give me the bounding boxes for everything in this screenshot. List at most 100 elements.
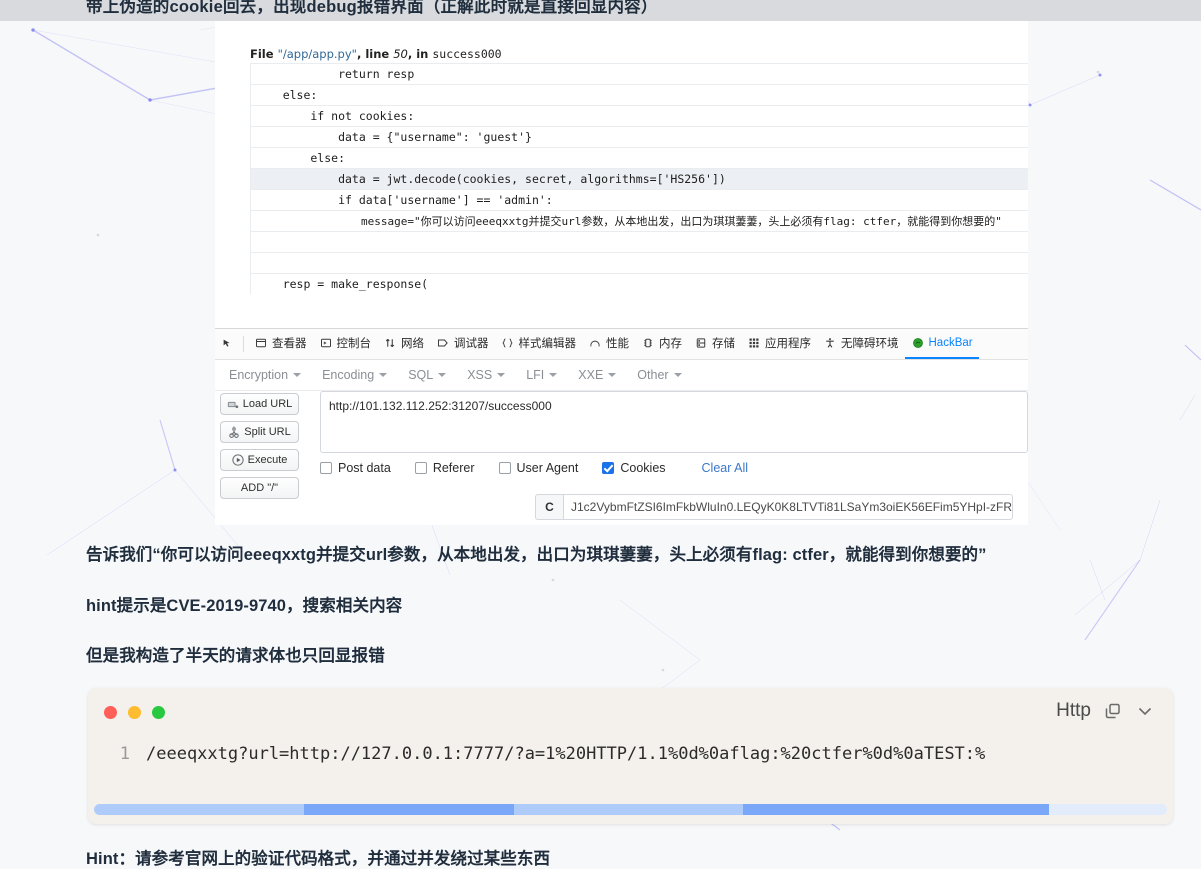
page-heading: 带上伪造的cookie回去，出现debug报错界面（正解此时就是直接回显内容） [86, 0, 658, 16]
devtools-tablist: 查看器 控制台 网络 调试器 样式编辑器 性能 内存 存储 应用程序 无障碍环境 HackBar [248, 330, 979, 359]
hackbar-button-label: ADD "/" [240, 482, 279, 494]
copy-icon[interactable] [1103, 701, 1123, 721]
clear-all-link[interactable]: Clear All [702, 461, 749, 475]
tab-label: 调试器 [454, 338, 489, 350]
chevron-down-icon [293, 373, 302, 377]
hackbar-menubar: Encryption Encoding SQL XSS LFI XXE Other [215, 360, 1028, 391]
checkbox-cookies[interactable]: Cookies [602, 461, 666, 475]
hackbar-menu-xxe[interactable]: XXE [578, 368, 627, 382]
close-dot[interactable] [104, 706, 117, 719]
tab-label: 网络 [401, 338, 424, 350]
chevron-down-icon[interactable] [1135, 701, 1155, 721]
traceback-line [250, 231, 1028, 252]
tab-console[interactable]: 控制台 [313, 330, 378, 359]
top-heading-strip: 带上伪造的cookie回去，出现debug报错界面（正解此时就是直接回显内容） [0, 0, 1201, 21]
traceback-line: else: [250, 147, 1028, 168]
tab-inspector[interactable]: 查看器 [248, 330, 313, 359]
tab-accessibility[interactable]: 无障碍环境 [817, 330, 905, 359]
devtools-tabbar: 查看器 控制台 网络 调试器 样式编辑器 性能 内存 存储 应用程序 无障碍环境 HackBar [215, 329, 1028, 360]
hackbar-button-column: Load URL Split URL Execute ADD "/" [220, 393, 303, 505]
element-picker-icon[interactable] [217, 333, 239, 355]
tab-style-editor[interactable]: 样式编辑器 [495, 330, 583, 359]
split-url-icon [228, 426, 240, 438]
scrollbar-thumb[interactable] [94, 804, 1049, 815]
hackbar-button-label: Split URL [244, 426, 291, 438]
code-line-content: /eeeqxxtg?url=http://127.0.0.1:7777/?a=1… [146, 744, 986, 764]
traceback-line: if data['username'] == 'admin': [250, 189, 1028, 210]
checkbox-user-agent[interactable]: User Agent [498, 461, 579, 475]
code-card-header: Http [88, 688, 1173, 740]
minimize-dot[interactable] [128, 706, 141, 719]
tab-label: 查看器 [272, 338, 307, 350]
hackbar-menu-label: Encoding [322, 368, 375, 382]
devtools-panel: 查看器 控制台 网络 调试器 样式编辑器 性能 内存 存储 应用程序 无障碍环境 HackBar E… [215, 328, 1028, 525]
chevron-down-icon [549, 373, 558, 377]
accessibility-icon [823, 336, 837, 350]
cookie-prefix-label: C [535, 494, 563, 520]
tab-network[interactable]: 网络 [377, 330, 430, 359]
hackbar-menu-other[interactable]: Other [637, 368, 692, 382]
toolbar-divider [243, 336, 244, 352]
traceback-line: return resp [250, 63, 1028, 84]
browser-screenshot-panel: File "/app/app.py", line 50, in success0… [215, 21, 1028, 525]
execute-icon [231, 454, 244, 466]
python-traceback: File "/app/app.py", line 50, in success0… [215, 40, 1028, 328]
traceback-line: data = {"username": 'guest'} [250, 126, 1028, 147]
code-card-actions: Http [1056, 700, 1155, 722]
tab-label: 应用程序 [765, 338, 811, 350]
traceback-line: resp = make_response( [250, 273, 1028, 294]
code-horizontal-scrollbar[interactable] [94, 804, 1167, 815]
code-line-number: 1 [119, 744, 130, 764]
hackbar-menu-encoding[interactable]: Encoding [322, 368, 398, 382]
hackbar-button-add[interactable]: ADD "/" [220, 477, 299, 499]
style-editor-icon [501, 336, 515, 350]
tab-label: 无障碍环境 [841, 338, 899, 350]
maximize-dot[interactable] [152, 706, 165, 719]
network-icon [383, 336, 397, 350]
hackbar-menu-label: XXE [578, 368, 604, 382]
url-input[interactable]: http://101.132.112.252:31207/success000 [320, 391, 1028, 453]
hackbar-menu-xss[interactable]: XSS [467, 368, 516, 382]
hackbar-menu-sql[interactable]: SQL [408, 368, 457, 382]
hackbar-button-split-url[interactable]: Split URL [220, 421, 299, 443]
console-icon [319, 336, 333, 350]
checkbox-box[interactable] [602, 462, 615, 474]
hackbar-button-label: Load URL [242, 398, 293, 410]
scrollbar-segment [304, 804, 515, 815]
hackbar-menu-label: Other [637, 368, 669, 382]
checkbox-box[interactable] [320, 462, 332, 474]
traceback-file-line: File "/app/app.py", line 50, in success0… [250, 47, 502, 61]
checkbox-referer[interactable]: Referer [414, 461, 475, 475]
paragraph-1: 告诉我们“你可以访问eeeqxxtg并提交url参数，从本地出发，出口为琪琪萋萋… [86, 546, 987, 564]
tab-storage[interactable]: 存储 [688, 330, 741, 359]
tab-label: 存储 [712, 338, 735, 350]
hackbar-button-label: Execute [247, 454, 288, 466]
code-card: Http 1 /eeeqxxtg?url=http://127.0.0.1:77… [88, 688, 1173, 824]
checkbox-label: User Agent [516, 461, 579, 475]
hackbar-menu-lfi[interactable]: LFI [526, 368, 568, 382]
chevron-down-icon [673, 373, 682, 377]
tab-debugger[interactable]: 调试器 [430, 330, 495, 359]
checkbox-label: Post data [338, 461, 391, 475]
tab-label: 样式编辑器 [518, 338, 577, 350]
performance-icon [588, 336, 602, 350]
checkbox-box[interactable] [414, 462, 427, 474]
traceback-line: if not cookies: [250, 105, 1028, 126]
hackbar-button-load-url[interactable]: Load URL [220, 393, 299, 415]
cookie-input[interactable]: J1c2VybmFtZSI6ImFkbWluIn0.LEQyK0K8LTVTi8… [563, 494, 1013, 520]
code-card-body: 1 /eeeqxxtg?url=http://127.0.0.1:7777/?a… [88, 740, 1173, 768]
hackbar-menu-label: LFI [526, 368, 545, 382]
tab-application[interactable]: 应用程序 [741, 330, 817, 359]
chevron-down-icon [379, 373, 388, 377]
tab-hackbar[interactable]: HackBar [904, 330, 979, 359]
traceback-line: else: [250, 84, 1028, 105]
checkbox-label: Referer [432, 461, 475, 475]
tab-memory[interactable]: 内存 [635, 330, 688, 359]
traceback-function: success000 [432, 47, 502, 61]
hackbar-button-execute[interactable]: Execute [220, 449, 299, 471]
hackbar-menu-encryption[interactable]: Encryption [229, 368, 312, 382]
checkbox-post-data[interactable]: Post data [320, 461, 391, 475]
tab-performance[interactable]: 性能 [582, 330, 635, 359]
checkbox-box[interactable] [498, 462, 511, 474]
paragraph-3: 但是我构造了半天的请求体也只回显报错 [86, 647, 385, 665]
